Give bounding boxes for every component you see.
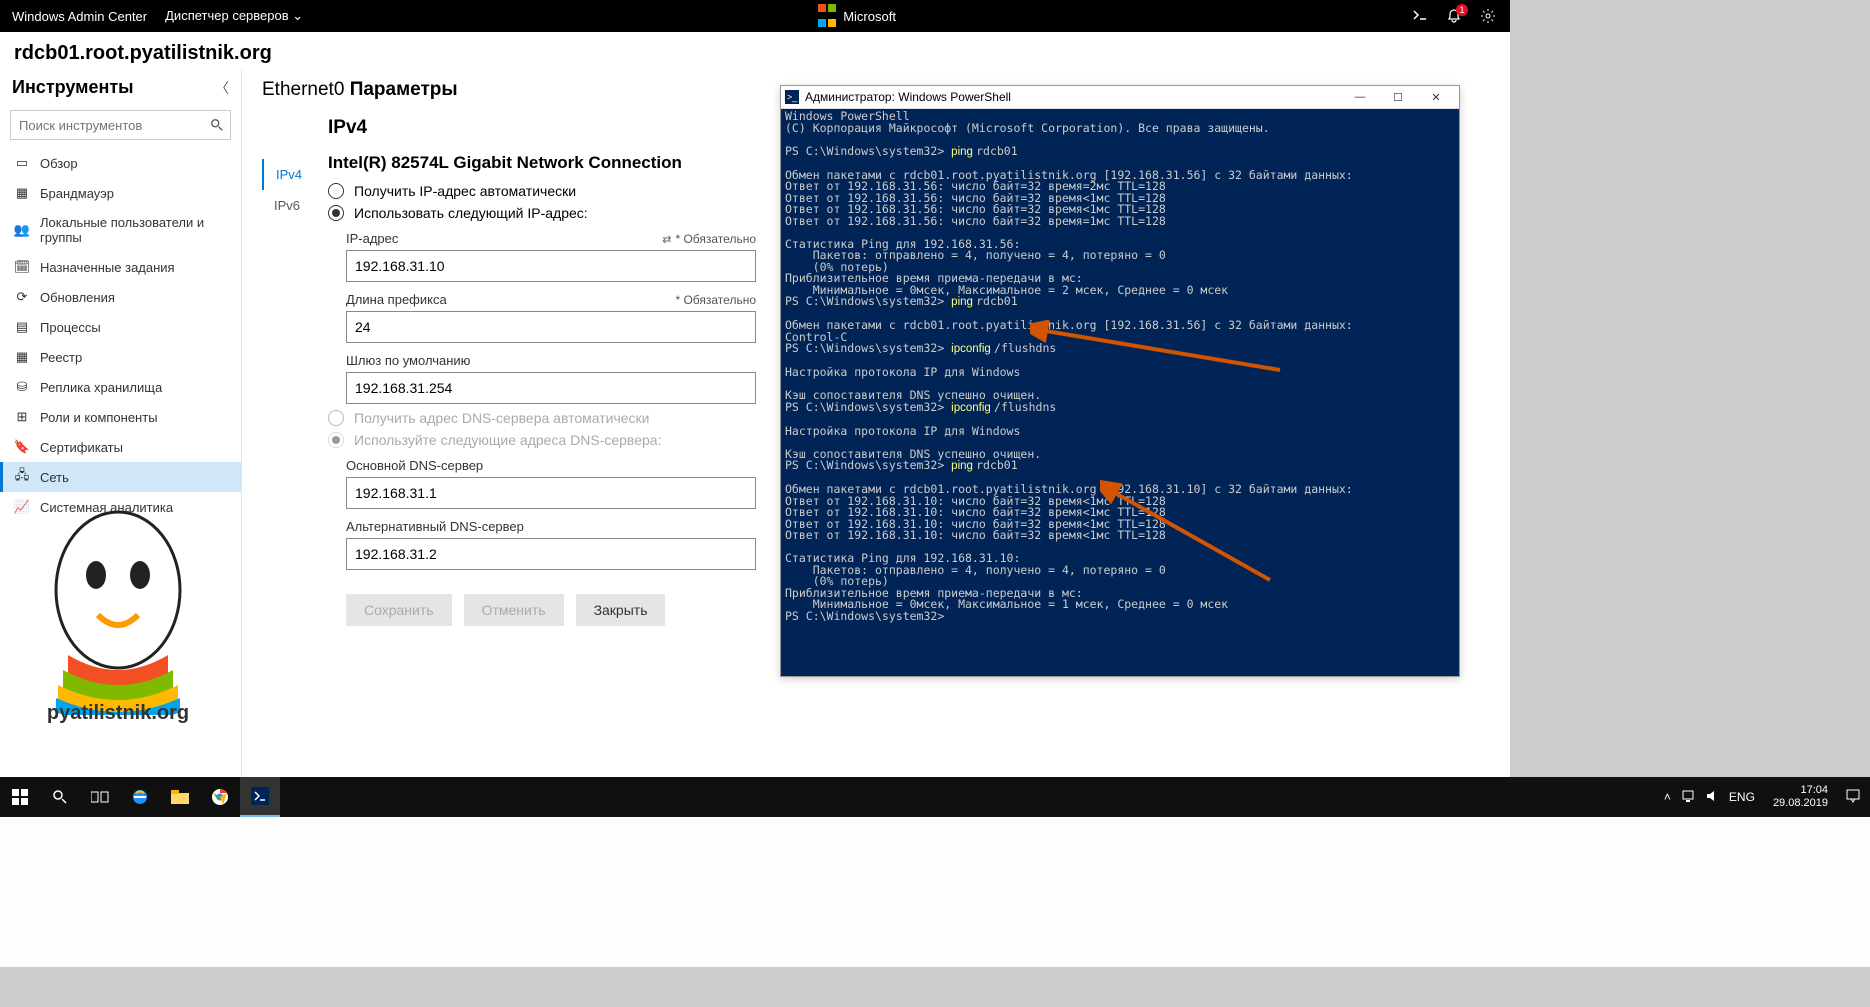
sidebar-item-1[interactable]: ▦ Брандмауэр (0, 178, 241, 208)
sidebar-list: ▭ Обзор ▦ Брандмауэр 👥 Локальные пользователи… (0, 148, 241, 777)
start-button[interactable] (0, 777, 40, 817)
sidebar-item-icon: 📈 (14, 499, 30, 515)
sidebar-item-icon: 🖧 (14, 469, 30, 485)
sidebar-item-icon: 👥 (14, 222, 30, 238)
server-manager-dropdown[interactable]: Диспетчер серверов ⌄ (165, 8, 303, 24)
sidebar-item-icon: ▤ (14, 319, 30, 335)
action-center-icon[interactable] (1846, 789, 1860, 806)
sidebar-item-0[interactable]: ▭ Обзор (0, 148, 241, 178)
top-bar: Windows Admin Center Диспетчер серверов … (0, 0, 1510, 32)
sidebar-item-label: Роли и компоненты (40, 410, 158, 425)
bell-icon[interactable] (1446, 8, 1462, 24)
system-tray[interactable]: ˄ ENG 17:04 29.08.2019 (1654, 784, 1870, 810)
sidebar-item-icon: ⊞ (14, 409, 30, 425)
powershell-window[interactable]: >_ Администратор: Windows PowerShell — ☐… (780, 85, 1460, 677)
sidebar-item-label: Обзор (40, 156, 78, 171)
sidebar-item-label: Реестр (40, 350, 82, 365)
sidebar-item-7[interactable]: ⛁ Реплика хранилища (0, 372, 241, 402)
radio-icon (328, 432, 344, 448)
sidebar-item-label: Реплика хранилища (40, 380, 162, 395)
gateway-input[interactable] (346, 372, 756, 404)
tray-chevron-icon[interactable]: ˄ (1664, 790, 1671, 804)
lang-indicator[interactable]: ENG (1729, 790, 1755, 804)
tools-sidebar: Инструменты 〈 ▭ Обзор ▦ Брандмауэр 👥 Локальны… (0, 69, 242, 777)
ip-input[interactable] (346, 250, 756, 282)
sidebar-item-label: Обновления (40, 290, 115, 305)
taskbar-clock[interactable]: 17:04 29.08.2019 (1765, 784, 1836, 810)
collapse-sidebar-icon[interactable]: 〈 (215, 78, 229, 98)
chevron-down-icon: ⌄ (292, 8, 303, 23)
search-input[interactable] (11, 118, 203, 133)
dns2-input[interactable] (346, 538, 756, 570)
save-button[interactable]: Сохранить (346, 594, 452, 626)
ps-console[interactable]: Windows PowerShell (C) Корпорация Майкро… (781, 109, 1459, 676)
radio-icon (328, 183, 344, 199)
sidebar-item-icon: ▭ (14, 155, 30, 171)
sidebar-item-label: Локальные пользователи и группы (40, 215, 227, 245)
sidebar-item-icon: ▦ (14, 185, 30, 201)
sidebar-item-label: Процессы (40, 320, 101, 335)
app-name: Windows Admin Center (12, 9, 147, 24)
task-view-icon[interactable] (80, 777, 120, 817)
dns2-label: Альтернативный DNS-сервер (346, 519, 524, 534)
explorer-icon[interactable] (160, 777, 200, 817)
sidebar-item-5[interactable]: ▤ Процессы (0, 312, 241, 342)
radio-icon (328, 205, 344, 221)
prefix-label: Длина префикса (346, 292, 447, 307)
sidebar-item-8[interactable]: ⊞ Роли и компоненты (0, 402, 241, 432)
sidebar-item-9[interactable]: 🔖 Сертификаты (0, 432, 241, 462)
gear-icon[interactable] (1480, 8, 1496, 24)
powershell-icon: >_ (785, 90, 799, 104)
sidebar-title: Инструменты (12, 77, 134, 98)
sidebar-item-icon: 🔖 (14, 439, 30, 455)
sidebar-search[interactable] (10, 110, 231, 140)
search-taskbar-icon[interactable] (40, 777, 80, 817)
tabs: IPv4IPv6 (262, 159, 322, 626)
sidebar-item-icon: ▦ (14, 349, 30, 365)
sidebar-item-icon: ⛁ (14, 379, 30, 395)
powershell-taskbar-icon[interactable] (240, 777, 280, 817)
ps-title: Администратор: Windows PowerShell (805, 90, 1341, 104)
sidebar-item-icon: ⟳ (14, 289, 30, 305)
radio-icon (328, 410, 344, 426)
sidebar-item-6[interactable]: ▦ Реестр (0, 342, 241, 372)
search-icon[interactable] (203, 118, 230, 132)
minimize-button[interactable]: — (1341, 86, 1379, 108)
chrome-icon[interactable] (200, 777, 240, 817)
link-icon: ⇄ (662, 234, 671, 246)
close-button[interactable]: Закрыть (576, 594, 666, 626)
ie-icon[interactable] (120, 777, 160, 817)
ms-brand: Microsoft (315, 1, 1398, 31)
dns1-input[interactable] (346, 477, 756, 509)
console-icon[interactable] (1412, 8, 1428, 24)
prefix-input[interactable] (346, 311, 756, 343)
cancel-button[interactable]: Отменить (464, 594, 564, 626)
taskbar[interactable]: ˄ ENG 17:04 29.08.2019 (0, 777, 1870, 817)
sidebar-item-label: Сертификаты (40, 440, 123, 455)
sidebar-item-label: Сеть (40, 470, 69, 485)
server-breadcrumb: rdcb01.root.pyatilistnik.org (0, 32, 1510, 69)
sidebar-item-label: Брандмауэр (40, 186, 114, 201)
sidebar-item-2[interactable]: 👥 Локальные пользователи и группы (0, 208, 241, 252)
sidebar-item-icon: 🗓 (14, 259, 30, 275)
close-window-button[interactable]: ✕ (1417, 86, 1455, 108)
tab-ipv6[interactable]: IPv6 (262, 190, 322, 221)
sidebar-item-10[interactable]: 🖧 Сеть (0, 462, 241, 492)
ip-label: IP-адрес (346, 231, 398, 246)
gateway-label: Шлюз по умолчанию (346, 353, 470, 368)
dns1-label: Основной DNS-сервер (346, 458, 483, 473)
sidebar-item-4[interactable]: ⟳ Обновления (0, 282, 241, 312)
maximize-button[interactable]: ☐ (1379, 86, 1417, 108)
sidebar-item-label: Системная аналитика (40, 500, 173, 515)
sound-tray-icon[interactable] (1705, 789, 1719, 806)
tab-ipv4[interactable]: IPv4 (262, 159, 322, 190)
ps-titlebar[interactable]: >_ Администратор: Windows PowerShell — ☐… (781, 86, 1459, 109)
sidebar-item-3[interactable]: 🗓 Назначенные задания (0, 252, 241, 282)
sidebar-item-11[interactable]: 📈 Системная аналитика (0, 492, 241, 522)
network-tray-icon[interactable] (1681, 789, 1695, 806)
sidebar-item-label: Назначенные задания (40, 260, 175, 275)
microsoft-logo-icon (817, 1, 837, 31)
